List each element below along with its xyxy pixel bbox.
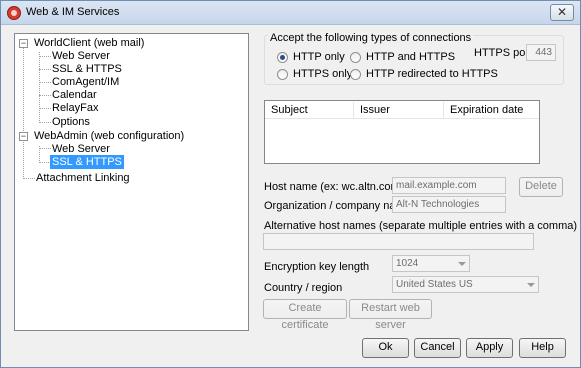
tree-item-comagent-im[interactable]: ComAgent/IM [52,75,119,89]
alt-host-names-label: Alternative host names (separate multipl… [264,220,578,232]
country-region-select[interactable]: United States US [392,276,539,293]
create-certificate-button[interactable]: Create certificate [263,299,347,331]
tree-item-webadmin-ssl-https[interactable]: SSL & HTTPS [50,155,124,169]
tree-item-attachment-linking[interactable]: Attachment Linking [36,171,130,185]
radio-label: HTTP only [293,51,345,63]
certificate-list-header: Subject Issuer Expiration date [265,101,539,119]
connection-types-label: Accept the following types of connection… [268,32,474,44]
organization-label: Organization / company name [264,200,411,212]
https-port-label: HTTPS port [474,47,533,59]
close-button[interactable]: ✕ [550,4,574,21]
country-region-label: Country / region [264,282,343,294]
host-name-field[interactable]: mail.example.com [392,177,506,194]
column-issuer[interactable]: Issuer [360,104,390,116]
collapse-icon[interactable]: − [19,132,28,141]
help-button[interactable]: Help [519,338,566,358]
settings-tree[interactable]: − WorldClient (web mail) Web Server SSL … [14,33,249,331]
tree-item-options[interactable]: Options [52,115,90,129]
restart-web-server-button[interactable]: Restart web server [349,299,432,331]
tree-item-worldclient-ssl-https[interactable]: SSL & HTTPS [52,62,122,76]
window-title: Web & IM Services [26,6,120,18]
alt-host-names-field[interactable] [263,233,534,250]
radio-selected-icon [277,51,288,63]
chevron-down-icon [458,262,466,266]
radio-label: HTTP and HTTPS [366,51,456,63]
radio-label: HTTPS only [293,68,353,80]
radio-unselected-icon [350,68,361,80]
delete-button[interactable]: Delete [519,177,563,197]
app-icon [7,6,21,20]
tree-connector [23,44,24,179]
encryption-key-length-label: Encryption key length [264,261,370,273]
tree-item-webadmin-web-server[interactable]: Web Server [52,142,110,156]
country-region-value: United States US [396,279,473,290]
radio-http-and-https[interactable]: HTTP and HTTPS [350,51,455,63]
title-bar[interactable]: Web & IM Services ✕ [1,1,580,25]
tree-item-worldclient[interactable]: WorldClient (web mail) [34,36,144,50]
radio-label: HTTP redirected to HTTPS [366,68,498,80]
close-icon: ✕ [556,5,568,19]
host-name-label: Host name (ex: wc.altn.com) [264,181,404,193]
tree-item-webadmin[interactable]: WebAdmin (web configuration) [34,129,184,143]
tree-connector [39,52,40,123]
chevron-down-icon [527,283,535,287]
https-port-field[interactable]: 443 [526,44,556,61]
encryption-key-length-value: 1024 [396,258,419,269]
organization-field[interactable]: Alt-N Technologies [392,196,506,213]
tree-item-relayfax[interactable]: RelayFax [52,101,98,115]
column-expiration-date[interactable]: Expiration date [450,104,523,116]
cancel-button[interactable]: Cancel [414,338,461,358]
radio-https-only[interactable]: HTTPS only [277,68,352,80]
encryption-key-length-select[interactable]: 1024 [392,255,470,272]
radio-http-redirected-to-https[interactable]: HTTP redirected to HTTPS [350,68,498,80]
tree-item-worldclient-web-server[interactable]: Web Server [52,49,110,63]
radio-unselected-icon [350,51,361,63]
apply-button[interactable]: Apply [466,338,513,358]
column-subject[interactable]: Subject [271,104,308,116]
ok-button[interactable]: Ok [362,338,409,358]
tree-item-calendar[interactable]: Calendar [52,88,97,102]
collapse-icon[interactable]: − [19,39,28,48]
certificate-list[interactable]: Subject Issuer Expiration date [264,100,540,164]
radio-http-only[interactable]: HTTP only [277,51,345,63]
radio-unselected-icon [277,68,288,80]
